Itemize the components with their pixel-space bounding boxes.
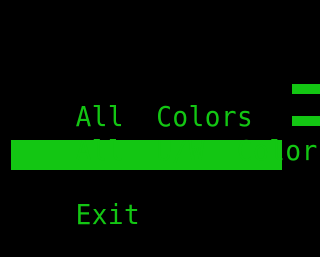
all-uw-colors-swatch <box>292 116 320 126</box>
menu-item-all-colors[interactable]: All Colors <box>11 72 253 132</box>
menu-item-label: Factory Default <box>75 167 320 200</box>
menu-item-factory-default[interactable]: Factory Default <box>11 139 320 199</box>
menu-item-all-uw-colors[interactable]: All U/W Colors <box>11 106 320 166</box>
all-colors-swatch <box>292 84 320 94</box>
osd-screen: All Colors All U/W Colors Factory Defaul… <box>0 0 320 257</box>
menu-item-label: Exit <box>75 198 141 231</box>
